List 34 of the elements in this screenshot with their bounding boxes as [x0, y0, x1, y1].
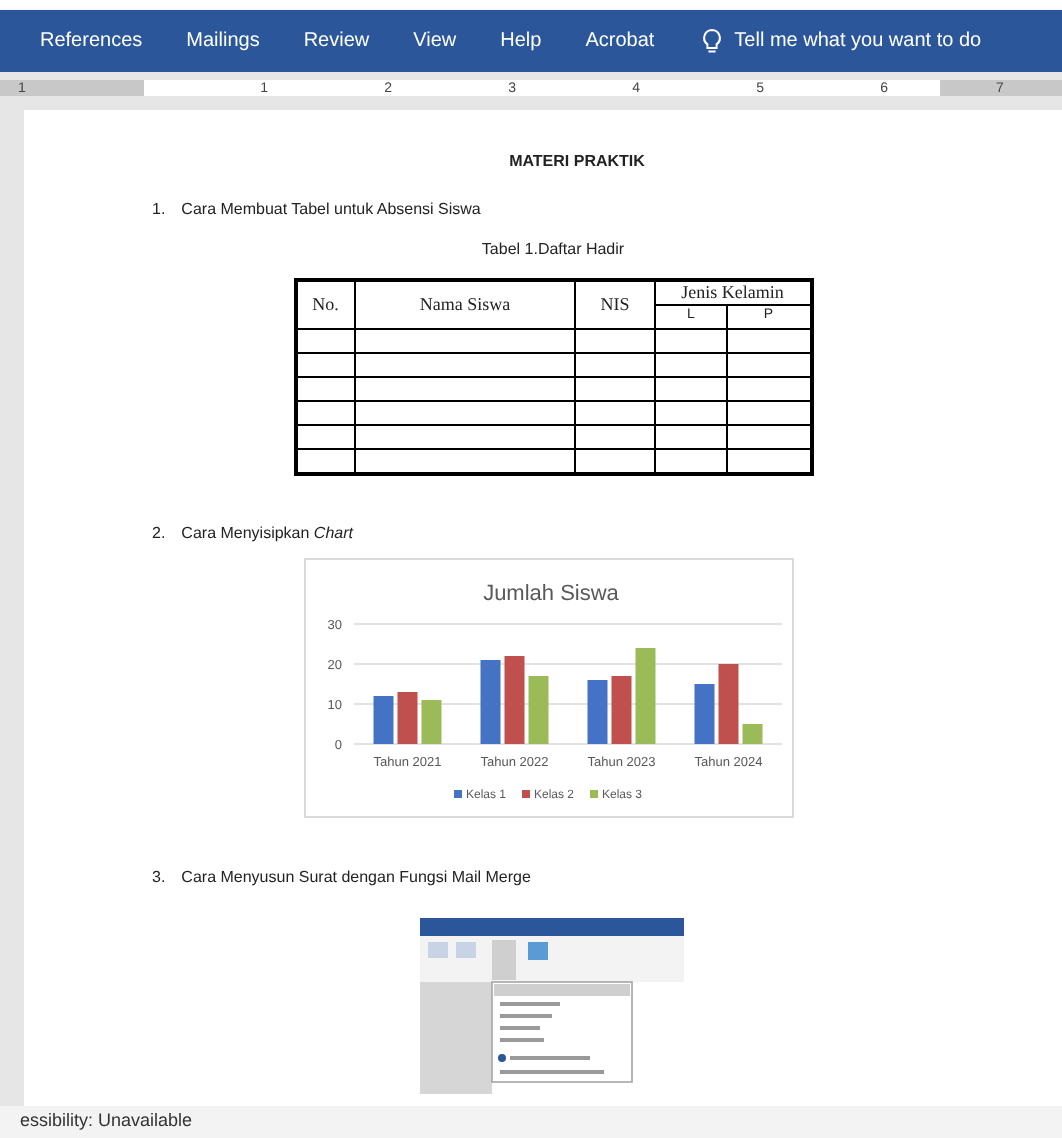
chart-bar [742, 724, 763, 744]
chart-bar [480, 660, 501, 744]
lightbulb-icon [702, 28, 723, 54]
ribbon-tab[interactable]: Help [500, 26, 542, 56]
document-title: MATERI PRAKTIK [509, 150, 645, 174]
section-heading: Cara Menyusun Surat dengan Fungsi Mail Merge [181, 866, 531, 890]
chart-bar [528, 676, 549, 744]
table-caption: Tabel 1.Daftar Hadir [481, 238, 625, 262]
chart-bar [611, 676, 632, 744]
tell-me-search-field[interactable]: Tell me what you want to do [734, 26, 1062, 56]
chart-bar [504, 656, 525, 744]
section-heading: Cara Membuat Tabel untuk Absensi Siswa [181, 198, 481, 222]
list-number: 1. [152, 198, 166, 222]
list-number: 2. [152, 522, 166, 546]
chart-bar [397, 692, 418, 744]
chart-bar [421, 700, 442, 744]
table-header-cell: No. [295, 280, 355, 328]
ribbon-tab[interactable]: View [413, 26, 457, 56]
section-heading: Cara Menyisipkan Chart [181, 522, 353, 546]
chart-bar [718, 664, 739, 744]
table-header-cell: Nama Siswa [355, 280, 575, 328]
ribbon-tab[interactable]: References [40, 26, 143, 56]
chart-bar [373, 696, 394, 744]
ribbon-tab[interactable]: Acrobat [585, 26, 655, 56]
status-text: essibility: Unavailable [20, 1108, 193, 1135]
chart-bar [635, 648, 656, 744]
table-header-cell: NIS [575, 280, 655, 328]
ribbon-tab[interactable]: Review [303, 26, 370, 56]
chart-bar [694, 684, 715, 744]
list-number: 3. [152, 866, 166, 890]
table-header-cell: Jenis Kelamin [655, 280, 811, 306]
ribbon-tab[interactable]: Mailings [186, 26, 260, 56]
chart-bar [587, 680, 608, 744]
chart-title: Jumlah Siswa [483, 582, 619, 606]
